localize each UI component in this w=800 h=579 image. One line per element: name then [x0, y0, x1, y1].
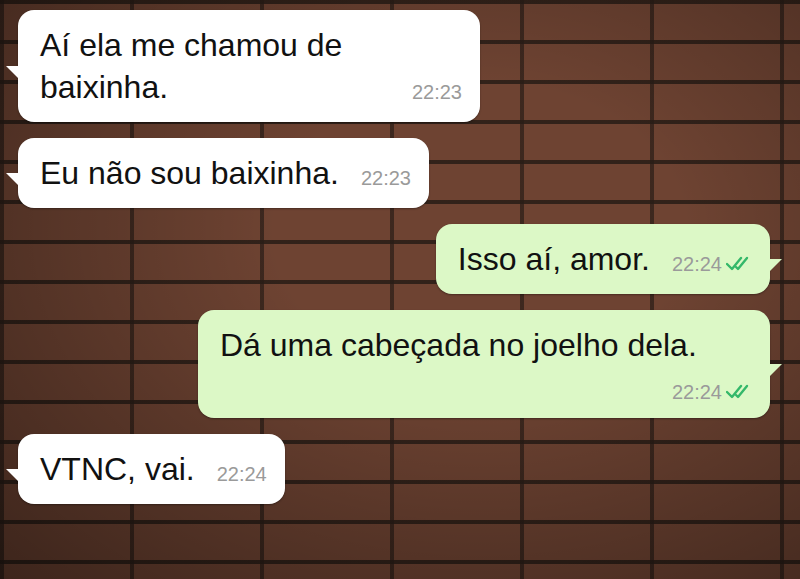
double-check-icon	[726, 256, 752, 272]
message-meta: 22:23	[412, 80, 462, 104]
message-bubble[interactable]: Aí ela me chamou de baixinha. 22:23	[18, 10, 480, 122]
message-meta: 22:24	[672, 252, 752, 276]
message-list: Aí ela me chamou de baixinha.22:23Eu não…	[18, 10, 770, 504]
message-time: 22:24	[672, 380, 722, 404]
message-text: Aí ela me chamou de baixinha.	[40, 27, 342, 105]
message-time: 22:24	[217, 462, 267, 486]
message-text: Isso aí, amor.	[458, 241, 650, 277]
message-meta: 22:24	[672, 380, 752, 404]
double-check-icon	[726, 384, 752, 400]
message-bubble[interactable]: VTNC, vai. 22:24	[18, 434, 285, 504]
message-time: 22:23	[361, 166, 411, 190]
message-text: Dá uma cabeçada no joelho dela.	[220, 327, 697, 363]
message-meta: 22:23	[361, 166, 411, 190]
message-bubble[interactable]: Eu não sou baixinha. 22:23	[18, 138, 429, 208]
message-time: 22:23	[412, 80, 462, 104]
message-bubble[interactable]: Isso aí, amor. 22:24	[436, 224, 770, 294]
chat-wallpaper: Aí ela me chamou de baixinha.22:23Eu não…	[0, 0, 800, 579]
message-bubble[interactable]: Dá uma cabeçada no joelho dela. 22:24	[198, 310, 770, 418]
message-text: VTNC, vai.	[40, 451, 195, 487]
message-time: 22:24	[672, 252, 722, 276]
message-meta: 22:24	[217, 462, 267, 486]
message-text: Eu não sou baixinha.	[40, 155, 339, 191]
